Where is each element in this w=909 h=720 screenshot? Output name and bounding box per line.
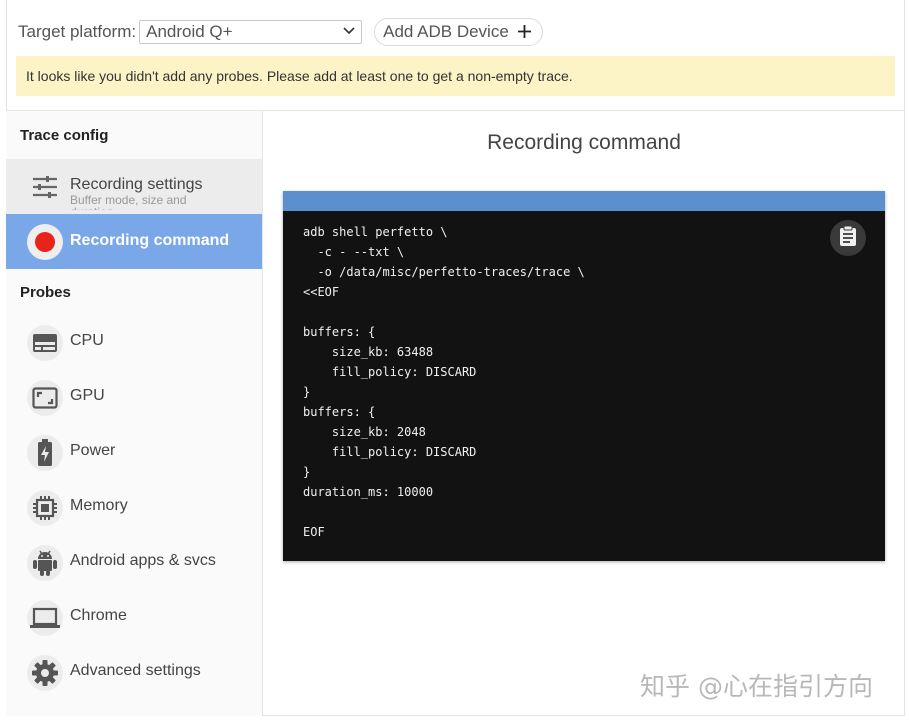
gpu-frame-icon: [27, 380, 63, 416]
no-probes-warning: It looks like you didn't add any probes.…: [16, 56, 895, 96]
recording-settings-sublabel: Buffer mode, size and duration: [70, 194, 187, 210]
record-dot-icon: [27, 224, 63, 260]
sidebar-item-chrome[interactable]: Chrome: [6, 590, 262, 645]
sidebar-item-cpu[interactable]: CPU: [6, 315, 262, 370]
laptop-icon: [27, 600, 63, 636]
clipboard-icon: [839, 225, 857, 251]
android-apps-label: Android apps & svcs: [70, 552, 216, 569]
plus-icon: [517, 21, 532, 43]
power-label: Power: [70, 442, 116, 459]
memory-chip-icon: [27, 490, 63, 526]
copy-button[interactable]: [830, 220, 866, 256]
sidebar-item-recording-settings[interactable]: Recording settings Buffer mode, size and…: [6, 159, 262, 214]
sidebar-item-power[interactable]: Power: [6, 425, 262, 480]
gpu-label: GPU: [70, 387, 105, 404]
gear-icon: [27, 655, 63, 691]
recording-settings-label: Recording settings: [70, 176, 203, 193]
add-adb-device-label: Add ADB Device: [383, 22, 509, 41]
memory-label: Memory: [70, 497, 128, 514]
probes-heading: Probes: [20, 284, 71, 301]
sidebar-item-gpu[interactable]: GPU: [6, 370, 262, 425]
sidebar-item-memory[interactable]: Memory: [6, 480, 262, 535]
android-icon: [27, 545, 63, 581]
target-platform-value: Android Q+: [146, 22, 233, 41]
sidebar: Trace config Recording settings Buffer m…: [6, 111, 263, 716]
cpu-panel-icon: [27, 325, 63, 361]
add-adb-device-button[interactable]: Add ADB Device: [374, 18, 543, 46]
advanced-settings-label: Advanced settings: [70, 662, 201, 679]
cpu-label: CPU: [70, 332, 104, 349]
trace-config-heading: Trace config: [20, 127, 109, 144]
sidebar-item-advanced-settings[interactable]: Advanced settings: [6, 645, 262, 700]
watermark: 知乎 @心在指引方向: [640, 672, 873, 701]
command-card: adb shell perfetto \ -c - --txt \ -o /da…: [283, 191, 885, 561]
sidebar-item-recording-command[interactable]: Recording command: [6, 214, 262, 269]
target-platform-select[interactable]: Android Q+: [139, 20, 363, 44]
target-platform-label: Target platform:: [18, 22, 137, 41]
command-card-header: [283, 191, 885, 211]
sidebar-item-android-apps[interactable]: Android apps & svcs: [6, 535, 262, 590]
command-text[interactable]: adb shell perfetto \ -c - --txt \ -o /da…: [303, 222, 585, 542]
recording-command-label: Recording command: [70, 232, 230, 249]
warning-text: It looks like you didn't add any probes.…: [26, 68, 573, 84]
page-title: Recording command: [487, 131, 681, 154]
chevron-down-icon: [343, 26, 355, 38]
sliders-icon: [27, 169, 63, 205]
battery-charging-icon: [27, 435, 63, 471]
top-bar: Target platform: Android Q+ Add ADB Devi…: [18, 17, 543, 47]
chrome-label: Chrome: [70, 607, 127, 624]
